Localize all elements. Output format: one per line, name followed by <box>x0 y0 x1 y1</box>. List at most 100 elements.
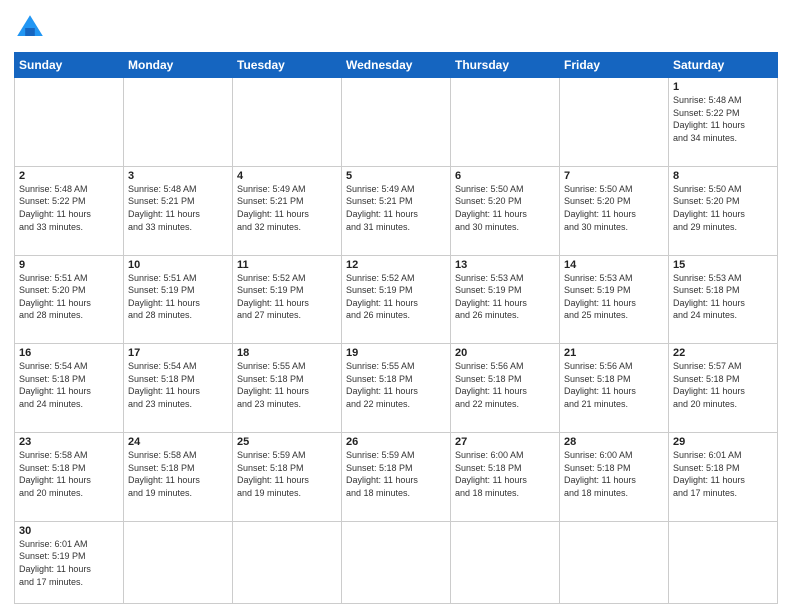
day-info: Sunrise: 5:48 AMSunset: 5:22 PMDaylight:… <box>673 94 773 144</box>
day-number: 3 <box>128 170 228 182</box>
day-info: Sunrise: 5:58 AMSunset: 5:18 PMDaylight:… <box>19 449 119 499</box>
page: SundayMondayTuesdayWednesdayThursdayFrid… <box>0 0 792 612</box>
day-number: 5 <box>346 170 446 182</box>
calendar-week-row: 23Sunrise: 5:58 AMSunset: 5:18 PMDayligh… <box>15 433 778 522</box>
day-info: Sunrise: 5:57 AMSunset: 5:18 PMDaylight:… <box>673 360 773 410</box>
day-info: Sunrise: 5:54 AMSunset: 5:18 PMDaylight:… <box>128 360 228 410</box>
day-number: 7 <box>564 170 664 182</box>
day-info: Sunrise: 5:50 AMSunset: 5:20 PMDaylight:… <box>455 183 555 233</box>
calendar-cell: 26Sunrise: 5:59 AMSunset: 5:18 PMDayligh… <box>342 433 451 522</box>
calendar-cell: 11Sunrise: 5:52 AMSunset: 5:19 PMDayligh… <box>233 255 342 344</box>
calendar-cell <box>342 521 451 603</box>
day-info: Sunrise: 5:56 AMSunset: 5:18 PMDaylight:… <box>455 360 555 410</box>
calendar-cell: 19Sunrise: 5:55 AMSunset: 5:18 PMDayligh… <box>342 344 451 433</box>
calendar-body: 1Sunrise: 5:48 AMSunset: 5:22 PMDaylight… <box>15 78 778 604</box>
day-number: 22 <box>673 347 773 359</box>
calendar-cell: 8Sunrise: 5:50 AMSunset: 5:20 PMDaylight… <box>669 166 778 255</box>
weekday-row: SundayMondayTuesdayWednesdayThursdayFrid… <box>15 53 778 78</box>
calendar-cell: 2Sunrise: 5:48 AMSunset: 5:22 PMDaylight… <box>15 166 124 255</box>
calendar-cell <box>669 521 778 603</box>
calendar-cell: 6Sunrise: 5:50 AMSunset: 5:20 PMDaylight… <box>451 166 560 255</box>
day-number: 4 <box>237 170 337 182</box>
day-info: Sunrise: 5:48 AMSunset: 5:21 PMDaylight:… <box>128 183 228 233</box>
calendar-cell: 22Sunrise: 5:57 AMSunset: 5:18 PMDayligh… <box>669 344 778 433</box>
calendar-cell <box>233 78 342 167</box>
day-number: 8 <box>673 170 773 182</box>
day-number: 20 <box>455 347 555 359</box>
calendar-cell <box>15 78 124 167</box>
day-info: Sunrise: 6:01 AMSunset: 5:19 PMDaylight:… <box>19 538 119 588</box>
calendar-cell <box>560 78 669 167</box>
day-number: 29 <box>673 436 773 448</box>
day-info: Sunrise: 5:51 AMSunset: 5:19 PMDaylight:… <box>128 272 228 322</box>
calendar-week-row: 16Sunrise: 5:54 AMSunset: 5:18 PMDayligh… <box>15 344 778 433</box>
day-info: Sunrise: 5:50 AMSunset: 5:20 PMDaylight:… <box>564 183 664 233</box>
day-number: 15 <box>673 259 773 271</box>
day-info: Sunrise: 5:52 AMSunset: 5:19 PMDaylight:… <box>346 272 446 322</box>
day-info: Sunrise: 6:00 AMSunset: 5:18 PMDaylight:… <box>455 449 555 499</box>
weekday-header: Saturday <box>669 53 778 78</box>
day-number: 23 <box>19 436 119 448</box>
calendar-week-row: 30Sunrise: 6:01 AMSunset: 5:19 PMDayligh… <box>15 521 778 603</box>
day-info: Sunrise: 5:58 AMSunset: 5:18 PMDaylight:… <box>128 449 228 499</box>
logo <box>14 12 50 44</box>
calendar-cell: 4Sunrise: 5:49 AMSunset: 5:21 PMDaylight… <box>233 166 342 255</box>
day-info: Sunrise: 5:53 AMSunset: 5:18 PMDaylight:… <box>673 272 773 322</box>
day-info: Sunrise: 5:48 AMSunset: 5:22 PMDaylight:… <box>19 183 119 233</box>
calendar-week-row: 9Sunrise: 5:51 AMSunset: 5:20 PMDaylight… <box>15 255 778 344</box>
calendar-cell: 9Sunrise: 5:51 AMSunset: 5:20 PMDaylight… <box>15 255 124 344</box>
calendar-cell <box>560 521 669 603</box>
day-number: 25 <box>237 436 337 448</box>
day-number: 6 <box>455 170 555 182</box>
day-info: Sunrise: 5:52 AMSunset: 5:19 PMDaylight:… <box>237 272 337 322</box>
day-number: 26 <box>346 436 446 448</box>
calendar-cell: 14Sunrise: 5:53 AMSunset: 5:19 PMDayligh… <box>560 255 669 344</box>
calendar-cell <box>124 521 233 603</box>
calendar-week-row: 2Sunrise: 5:48 AMSunset: 5:22 PMDaylight… <box>15 166 778 255</box>
calendar-cell: 3Sunrise: 5:48 AMSunset: 5:21 PMDaylight… <box>124 166 233 255</box>
calendar-cell <box>451 78 560 167</box>
calendar-table: SundayMondayTuesdayWednesdayThursdayFrid… <box>14 52 778 604</box>
day-number: 17 <box>128 347 228 359</box>
header <box>14 12 778 44</box>
calendar-cell <box>451 521 560 603</box>
calendar-cell: 25Sunrise: 5:59 AMSunset: 5:18 PMDayligh… <box>233 433 342 522</box>
day-number: 12 <box>346 259 446 271</box>
day-info: Sunrise: 5:53 AMSunset: 5:19 PMDaylight:… <box>564 272 664 322</box>
weekday-header: Sunday <box>15 53 124 78</box>
calendar-cell <box>233 521 342 603</box>
day-number: 9 <box>19 259 119 271</box>
day-info: Sunrise: 6:00 AMSunset: 5:18 PMDaylight:… <box>564 449 664 499</box>
day-info: Sunrise: 5:59 AMSunset: 5:18 PMDaylight:… <box>346 449 446 499</box>
calendar-header: SundayMondayTuesdayWednesdayThursdayFrid… <box>15 53 778 78</box>
day-info: Sunrise: 5:55 AMSunset: 5:18 PMDaylight:… <box>346 360 446 410</box>
weekday-header: Tuesday <box>233 53 342 78</box>
day-number: 21 <box>564 347 664 359</box>
day-number: 19 <box>346 347 446 359</box>
day-number: 14 <box>564 259 664 271</box>
day-info: Sunrise: 5:56 AMSunset: 5:18 PMDaylight:… <box>564 360 664 410</box>
day-info: Sunrise: 5:55 AMSunset: 5:18 PMDaylight:… <box>237 360 337 410</box>
calendar-cell: 20Sunrise: 5:56 AMSunset: 5:18 PMDayligh… <box>451 344 560 433</box>
calendar-cell: 15Sunrise: 5:53 AMSunset: 5:18 PMDayligh… <box>669 255 778 344</box>
day-number: 16 <box>19 347 119 359</box>
calendar-cell: 29Sunrise: 6:01 AMSunset: 5:18 PMDayligh… <box>669 433 778 522</box>
day-number: 2 <box>19 170 119 182</box>
day-info: Sunrise: 5:54 AMSunset: 5:18 PMDaylight:… <box>19 360 119 410</box>
day-info: Sunrise: 5:49 AMSunset: 5:21 PMDaylight:… <box>346 183 446 233</box>
day-info: Sunrise: 6:01 AMSunset: 5:18 PMDaylight:… <box>673 449 773 499</box>
day-number: 1 <box>673 81 773 93</box>
logo-icon <box>14 12 46 44</box>
calendar-cell: 16Sunrise: 5:54 AMSunset: 5:18 PMDayligh… <box>15 344 124 433</box>
calendar-cell: 27Sunrise: 6:00 AMSunset: 5:18 PMDayligh… <box>451 433 560 522</box>
weekday-header: Monday <box>124 53 233 78</box>
day-info: Sunrise: 5:50 AMSunset: 5:20 PMDaylight:… <box>673 183 773 233</box>
calendar-cell <box>342 78 451 167</box>
day-number: 13 <box>455 259 555 271</box>
calendar-cell <box>124 78 233 167</box>
calendar-cell: 10Sunrise: 5:51 AMSunset: 5:19 PMDayligh… <box>124 255 233 344</box>
day-number: 10 <box>128 259 228 271</box>
calendar-cell: 5Sunrise: 5:49 AMSunset: 5:21 PMDaylight… <box>342 166 451 255</box>
day-number: 28 <box>564 436 664 448</box>
calendar-cell: 21Sunrise: 5:56 AMSunset: 5:18 PMDayligh… <box>560 344 669 433</box>
